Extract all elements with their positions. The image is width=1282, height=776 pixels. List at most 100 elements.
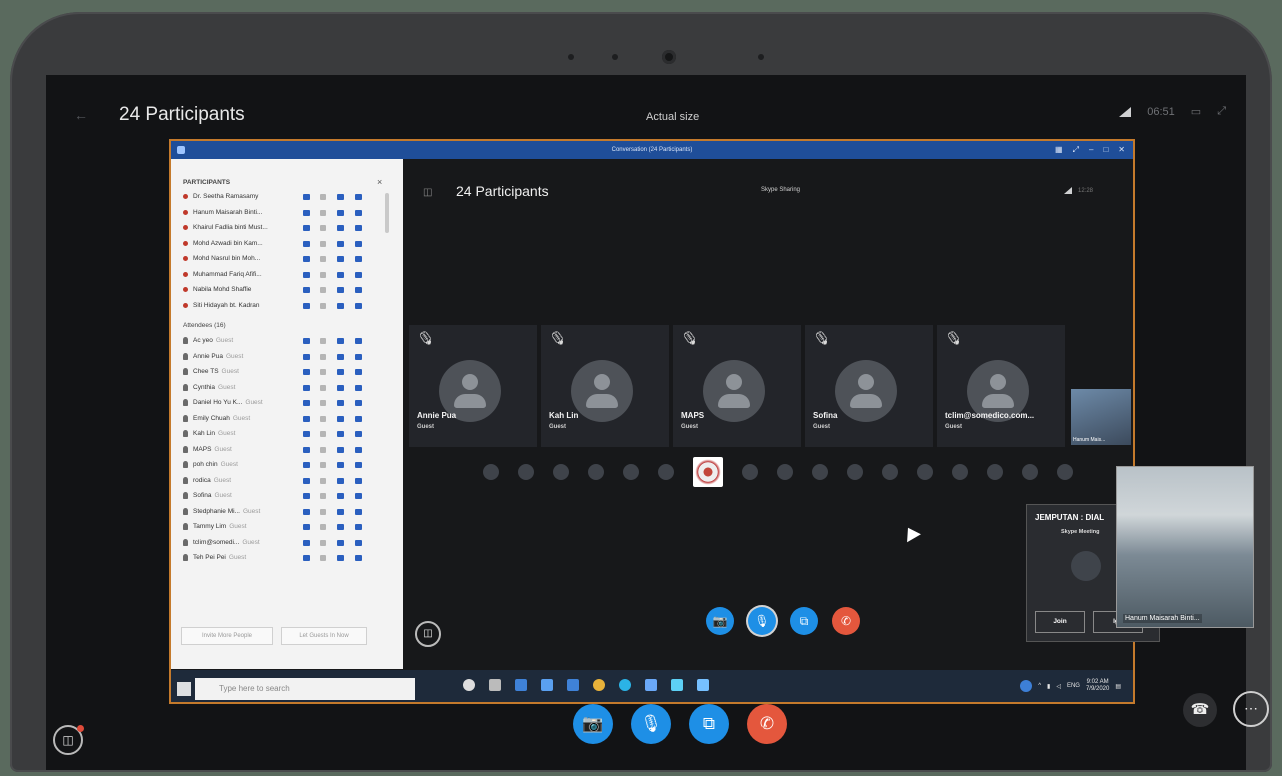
windows-start-icon[interactable]: [177, 682, 191, 696]
network-icon[interactable]: ▮: [1047, 683, 1050, 690]
app-icon[interactable]: [697, 679, 709, 691]
video-icon: [337, 271, 344, 278]
participant-tile[interactable]: 🎙 tclim@somedico.com... Guest: [937, 325, 1065, 447]
mini-avatar[interactable]: [483, 464, 499, 480]
mail-icon[interactable]: [567, 679, 579, 691]
list-item[interactable]: rodica Guest: [183, 473, 383, 489]
hang-up-button[interactable]: ✆: [747, 704, 787, 744]
skype-icon[interactable]: [645, 679, 657, 691]
list-item[interactable]: Ac yeo Guest: [183, 333, 383, 349]
mic-icon: [320, 508, 326, 515]
layout-icon[interactable]: ▦: [1055, 141, 1063, 159]
mini-avatar[interactable]: [1022, 464, 1038, 480]
share-button[interactable]: ⧉: [790, 607, 818, 635]
list-item[interactable]: Kah Lin Guest: [183, 426, 383, 442]
participant-tile[interactable]: 🎙 Sofina Guest: [805, 325, 933, 447]
taskbar-clock[interactable]: 9:02 AM 7/9/2020: [1086, 679, 1109, 693]
pane-scrollbar[interactable]: [385, 193, 389, 233]
share-icon: [355, 524, 362, 530]
list-item[interactable]: Dr. Seetha Ramasamy: [183, 189, 383, 205]
fullscreen-icon[interactable]: ⤢: [1217, 105, 1226, 118]
mini-avatar[interactable]: [742, 464, 758, 480]
list-item[interactable]: Khairul Fadlia binti Must...: [183, 220, 383, 236]
list-item[interactable]: poh chin Guest: [183, 457, 383, 473]
list-item[interactable]: Emily Chuah Guest: [183, 411, 383, 427]
list-item[interactable]: MAPS Guest: [183, 442, 383, 458]
attendee-role: Guest: [242, 507, 261, 515]
participant-tile[interactable]: 🎙 Kah Lin Guest: [541, 325, 669, 447]
share-button[interactable]: ⧉: [689, 704, 729, 744]
mini-avatar[interactable]: [812, 464, 828, 480]
mini-avatar[interactable]: [658, 464, 674, 480]
app-icon[interactable]: [671, 679, 683, 691]
mini-avatar[interactable]: [623, 464, 639, 480]
list-item[interactable]: Mohd Nasrul bin Moh...: [183, 251, 383, 267]
language-indicator[interactable]: ENG: [1067, 683, 1080, 689]
video-icon: [337, 256, 344, 262]
list-item[interactable]: Annie Pua Guest: [183, 349, 383, 365]
cortana-icon[interactable]: [463, 679, 475, 691]
maximize-icon[interactable]: □: [1103, 141, 1108, 159]
mini-avatar[interactable]: [987, 464, 1003, 480]
chevron-up-icon[interactable]: ^: [1038, 683, 1041, 689]
mini-avatar[interactable]: [847, 464, 863, 480]
mini-avatar[interactable]: [882, 464, 898, 480]
tile-role: Guest: [681, 424, 699, 430]
attendees-section-heading[interactable]: Attendees (16): [183, 317, 383, 333]
mini-avatar[interactable]: [1057, 464, 1073, 480]
video-off-button[interactable]: 📷: [573, 704, 613, 744]
app-icon[interactable]: [515, 679, 527, 691]
list-item[interactable]: Chee TS Guest: [183, 364, 383, 380]
taskbar-search-box[interactable]: Type here to search: [195, 678, 415, 700]
list-item[interactable]: Mohd Azwadi bin Kam...: [183, 236, 383, 252]
mini-avatar[interactable]: [917, 464, 933, 480]
list-item[interactable]: Nabila Mohd Shaffie: [183, 282, 383, 298]
list-item[interactable]: Daniel Ho Yu K... Guest: [183, 395, 383, 411]
chat-icon[interactable]: ◫: [423, 187, 432, 198]
im-icon: [303, 555, 310, 561]
notifications-icon[interactable]: ▤: [1115, 683, 1121, 690]
store-icon[interactable]: [541, 679, 553, 691]
mini-avatar-photo[interactable]: [693, 457, 723, 487]
volume-icon[interactable]: ◁: [1056, 683, 1061, 690]
mini-avatar[interactable]: [518, 464, 534, 480]
conversation-icon[interactable]: ◫: [53, 725, 84, 755]
let-guests-in-button[interactable]: Let Guests In Now: [281, 627, 367, 645]
hang-up-button[interactable]: ✆: [832, 607, 860, 635]
mini-avatar[interactable]: [952, 464, 968, 480]
invite-more-people-button[interactable]: Invite More People: [181, 627, 273, 645]
close-pane-icon[interactable]: ×: [377, 177, 382, 187]
conversation-icon[interactable]: ◫: [415, 621, 441, 647]
expand-icon[interactable]: ⤢: [1073, 141, 1079, 159]
list-item[interactable]: Teh Pei Pei Guest: [183, 550, 383, 566]
mini-avatar[interactable]: [777, 464, 793, 480]
mini-avatar[interactable]: [588, 464, 604, 480]
list-item[interactable]: Cynthia Guest: [183, 380, 383, 396]
list-item[interactable]: Sofina Guest: [183, 488, 383, 504]
participant-tile[interactable]: 🎙 Annie Pua Guest: [409, 325, 537, 447]
list-item[interactable]: Stedphanie Mi... Guest: [183, 504, 383, 520]
list-item[interactable]: Siti Hidayah bt. Kadran: [183, 298, 383, 314]
people-icon[interactable]: [1020, 680, 1033, 692]
list-item[interactable]: Muhammad Fariq Afifi...: [183, 267, 383, 283]
video-button[interactable]: 📷: [706, 607, 734, 635]
call-controls-button[interactable]: ☎: [1183, 693, 1217, 727]
back-arrow-icon[interactable]: ←: [74, 107, 88, 123]
mute-button[interactable]: 🎙: [631, 704, 671, 744]
view-size-label[interactable]: Actual size: [646, 111, 699, 123]
list-item[interactable]: Hanum Maisarah Binti...: [183, 205, 383, 221]
chrome-icon[interactable]: [593, 679, 605, 691]
list-item[interactable]: tclim@somedi... Guest: [183, 535, 383, 551]
popout-icon[interactable]: ▭: [1191, 105, 1201, 118]
more-options-button[interactable]: ⋯: [1233, 691, 1269, 727]
participant-tile[interactable]: 🎙 MAPS Guest: [673, 325, 801, 447]
edge-icon[interactable]: [619, 679, 631, 691]
join-button[interactable]: Join: [1035, 611, 1085, 633]
mini-avatar[interactable]: [553, 464, 569, 480]
mute-button[interactable]: 🎙: [748, 607, 776, 635]
self-video-preview[interactable]: Hanum Maisarah Binti...: [1116, 466, 1254, 628]
task-view-icon[interactable]: [489, 679, 501, 691]
minimize-icon[interactable]: –: [1089, 141, 1093, 159]
list-item[interactable]: Tammy Lim Guest: [183, 519, 383, 535]
close-icon[interactable]: ✕: [1118, 141, 1125, 159]
